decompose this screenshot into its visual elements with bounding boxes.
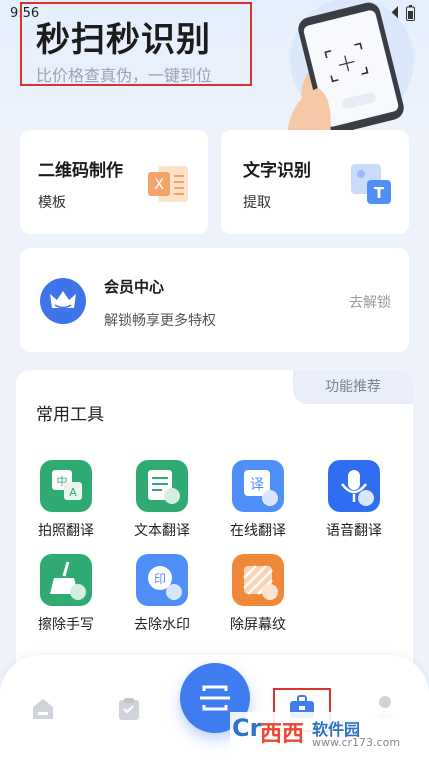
tool-remove-watermark[interactable]: 印 去除水印 — [122, 554, 202, 634]
broom-icon — [40, 554, 92, 606]
svg-text:X: X — [154, 177, 164, 193]
tool-label: 文本翻译 — [134, 523, 190, 539]
qrcode-maker-card[interactable]: 二维码制作 模板 X — [20, 130, 208, 234]
card-subtitle: 模板 — [38, 195, 66, 211]
text-translate-icon — [136, 460, 188, 512]
watermark-logo-mark: 西西 — [260, 722, 305, 747]
photo-translate-icon: 中 A — [40, 460, 92, 512]
text-recognition-card[interactable]: 文字识别 提取 T — [221, 130, 409, 234]
card-title: 二维码制作 — [38, 161, 123, 181]
watermark-stamp-icon: 印 — [136, 554, 188, 606]
microphone-icon — [328, 460, 380, 512]
vip-center-card[interactable]: 会员中心 解锁畅享更多特权 去解锁 — [20, 248, 409, 352]
tool-label: 语音翻译 — [326, 523, 382, 539]
svg-text:印: 印 — [154, 572, 166, 586]
tool-label: 在线翻译 — [230, 523, 286, 539]
site-watermark: Cr 西西 软件园 www.cr173.com — [230, 712, 410, 754]
tool-online-translate[interactable]: 译 在线翻译 — [218, 460, 298, 540]
tools-heading: 常用工具 — [36, 405, 104, 425]
tool-label: 擦除手写 — [38, 617, 94, 633]
tool-label: 拍照翻译 — [38, 523, 94, 539]
tool-remove-moire[interactable]: 除屏幕纹 — [218, 554, 298, 634]
tool-label: 去除水印 — [134, 617, 190, 633]
watermark-url: www.cr173.com — [312, 736, 401, 749]
moire-pattern-icon — [232, 554, 284, 606]
tool-text-translate[interactable]: 文本翻译 — [122, 460, 202, 540]
tool-erase-handwriting[interactable]: 擦除手写 — [26, 554, 106, 634]
vip-title: 会员中心 — [104, 278, 165, 296]
vip-subtitle: 解锁畅享更多特权 — [104, 313, 216, 329]
hero-title: 秒扫秒识别 — [36, 20, 211, 60]
card-title: 文字识别 — [243, 161, 311, 181]
tool-label: 除屏幕纹 — [230, 617, 286, 633]
text-extract-icon: T — [351, 164, 391, 204]
excel-template-icon: X — [148, 166, 188, 202]
clipboard-icon[interactable] — [116, 696, 142, 722]
hero-title-box: 秒扫秒识别 比价格查真伪，一键到位 — [20, 2, 252, 86]
svg-text:T: T — [374, 184, 385, 202]
crown-icon — [40, 278, 86, 324]
phone-scan-illustration — [286, 0, 414, 140]
tool-photo-translate[interactable]: 中 A 拍照翻译 — [26, 460, 106, 540]
home-icon[interactable] — [30, 696, 56, 722]
unlock-link[interactable]: 去解锁 — [349, 292, 391, 312]
card-subtitle: 提取 — [243, 195, 271, 211]
hero-subtitle: 比价格查真伪，一键到位 — [36, 66, 213, 85]
svg-text:译: 译 — [250, 477, 264, 493]
watermark-logo-mark: Cr — [232, 714, 262, 742]
tool-voice-translate[interactable]: 语音翻译 — [314, 460, 394, 540]
tab-feature-recommend[interactable]: 功能推荐 — [293, 370, 413, 404]
common-tools-panel: 功能推荐 常用工具 中 A 拍照翻译 文本翻译 译 在线翻译 语音翻译 擦除手写… — [16, 370, 413, 670]
online-translate-icon: 译 — [232, 460, 284, 512]
svg-text:A: A — [69, 486, 77, 499]
